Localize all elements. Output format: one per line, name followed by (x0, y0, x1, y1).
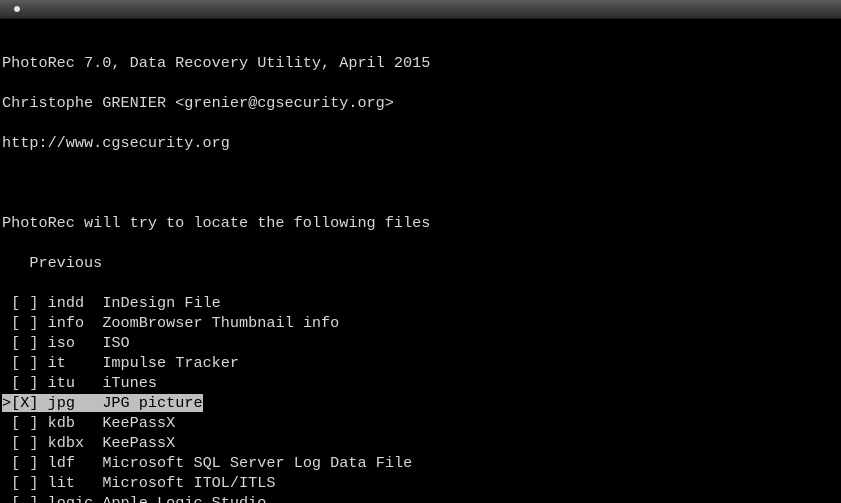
row-sep (93, 474, 102, 492)
row-ext: it (48, 354, 94, 372)
file-type-row[interactable]: >[X] jpg JPG picture (2, 393, 841, 413)
row-desc: ISO (102, 334, 129, 352)
row-sep (93, 294, 102, 312)
row-close-bracket: ] (29, 434, 47, 452)
row-desc: Microsoft SQL Server Log Data File (102, 454, 412, 472)
row-close-bracket: ] (29, 474, 47, 492)
row-cursor: > (2, 394, 11, 412)
row-cursor (2, 414, 11, 432)
row-sep (93, 314, 102, 332)
row-close-bracket: ] (29, 374, 47, 392)
app-url: http://www.cgsecurity.org (2, 133, 841, 153)
file-type-row[interactable]: [ ] it Impulse Tracker (2, 353, 841, 373)
row-cursor (2, 314, 11, 332)
row-checkbox[interactable] (20, 294, 29, 312)
row-sep (93, 334, 102, 352)
row-cursor (2, 494, 11, 503)
previous-option[interactable]: Previous (2, 253, 841, 273)
file-type-row[interactable]: [ ] ldf Microsoft SQL Server Log Data Fi… (2, 453, 841, 473)
row-open-bracket: [ (11, 334, 20, 352)
row-sep (93, 374, 102, 392)
row-ext: jpg (48, 394, 94, 412)
row-close-bracket: ] (29, 294, 47, 312)
row-cursor (2, 354, 11, 372)
row-open-bracket: [ (11, 314, 20, 332)
blank-line (2, 173, 841, 193)
row-checkbox[interactable] (20, 454, 29, 472)
file-type-row[interactable]: [ ] logic Apple Logic Studio (2, 493, 841, 503)
file-type-row[interactable]: [ ] lit Microsoft ITOL/ITLS (2, 473, 841, 493)
row-cursor (2, 474, 11, 492)
row-desc: KeePassX (102, 414, 175, 432)
prompt-line: PhotoRec will try to locate the followin… (2, 213, 841, 233)
row-ext: kdbx (48, 434, 94, 452)
row-sep (93, 494, 102, 503)
row-close-bracket: ] (29, 494, 47, 503)
row-cursor (2, 374, 11, 392)
row-close-bracket: ] (29, 334, 47, 352)
row-open-bracket: [ (11, 394, 20, 412)
row-ext: logic (48, 494, 94, 503)
row-sep (93, 414, 102, 432)
row-checkbox[interactable] (20, 414, 29, 432)
row-checkbox[interactable] (20, 494, 29, 503)
row-open-bracket: [ (11, 474, 20, 492)
row-ext: iso (48, 334, 94, 352)
row-desc: Impulse Tracker (102, 354, 239, 372)
row-desc: KeePassX (102, 434, 175, 452)
row-cursor (2, 334, 11, 352)
row-sep (93, 434, 102, 452)
menu-indicator-icon (14, 6, 20, 12)
row-checkbox[interactable] (20, 334, 29, 352)
row-close-bracket: ] (29, 414, 47, 432)
row-sep (93, 394, 102, 412)
row-checkbox[interactable] (20, 474, 29, 492)
row-checkbox[interactable] (20, 434, 29, 452)
window-titlebar[interactable] (0, 0, 841, 19)
row-open-bracket: [ (11, 374, 20, 392)
row-ext: info (48, 314, 94, 332)
row-checkbox[interactable] (20, 314, 29, 332)
row-open-bracket: [ (11, 494, 20, 503)
row-close-bracket: ] (29, 314, 47, 332)
row-desc: Apple Logic Studio (102, 494, 266, 503)
row-desc: ZoomBrowser Thumbnail info (102, 314, 339, 332)
row-open-bracket: [ (11, 454, 20, 472)
row-close-bracket: ] (29, 454, 47, 472)
terminal-area: PhotoRec 7.0, Data Recovery Utility, Apr… (0, 19, 841, 503)
file-type-row[interactable]: [ ] kdb KeePassX (2, 413, 841, 433)
file-type-list: [ ] indd InDesign File [ ] info ZoomBrow… (2, 293, 841, 503)
row-ext: ldf (48, 454, 94, 472)
app-author: Christophe GRENIER <grenier@cgsecurity.o… (2, 93, 841, 113)
file-type-row[interactable]: [ ] indd InDesign File (2, 293, 841, 313)
row-close-bracket: ] (29, 394, 47, 412)
row-desc: JPG picture (102, 394, 202, 412)
row-ext: itu (48, 374, 94, 392)
row-sep (93, 454, 102, 472)
row-ext: lit (48, 474, 94, 492)
row-desc: InDesign File (102, 294, 220, 312)
app-title: PhotoRec 7.0, Data Recovery Utility, Apr… (2, 53, 841, 73)
row-ext: indd (48, 294, 94, 312)
file-type-row[interactable]: [ ] iso ISO (2, 333, 841, 353)
file-type-row[interactable]: [ ] itu iTunes (2, 373, 841, 393)
row-open-bracket: [ (11, 414, 20, 432)
row-cursor (2, 454, 11, 472)
row-open-bracket: [ (11, 354, 20, 372)
row-cursor (2, 434, 11, 452)
row-checkbox[interactable]: X (20, 394, 29, 412)
row-open-bracket: [ (11, 434, 20, 452)
row-checkbox[interactable] (20, 374, 29, 392)
row-close-bracket: ] (29, 354, 47, 372)
row-desc: iTunes (102, 374, 157, 392)
row-ext: kdb (48, 414, 94, 432)
file-type-row[interactable]: [ ] info ZoomBrowser Thumbnail info (2, 313, 841, 333)
row-open-bracket: [ (11, 294, 20, 312)
row-desc: Microsoft ITOL/ITLS (102, 474, 275, 492)
row-checkbox[interactable] (20, 354, 29, 372)
row-sep (93, 354, 102, 372)
file-type-row[interactable]: [ ] kdbx KeePassX (2, 433, 841, 453)
row-cursor (2, 294, 11, 312)
